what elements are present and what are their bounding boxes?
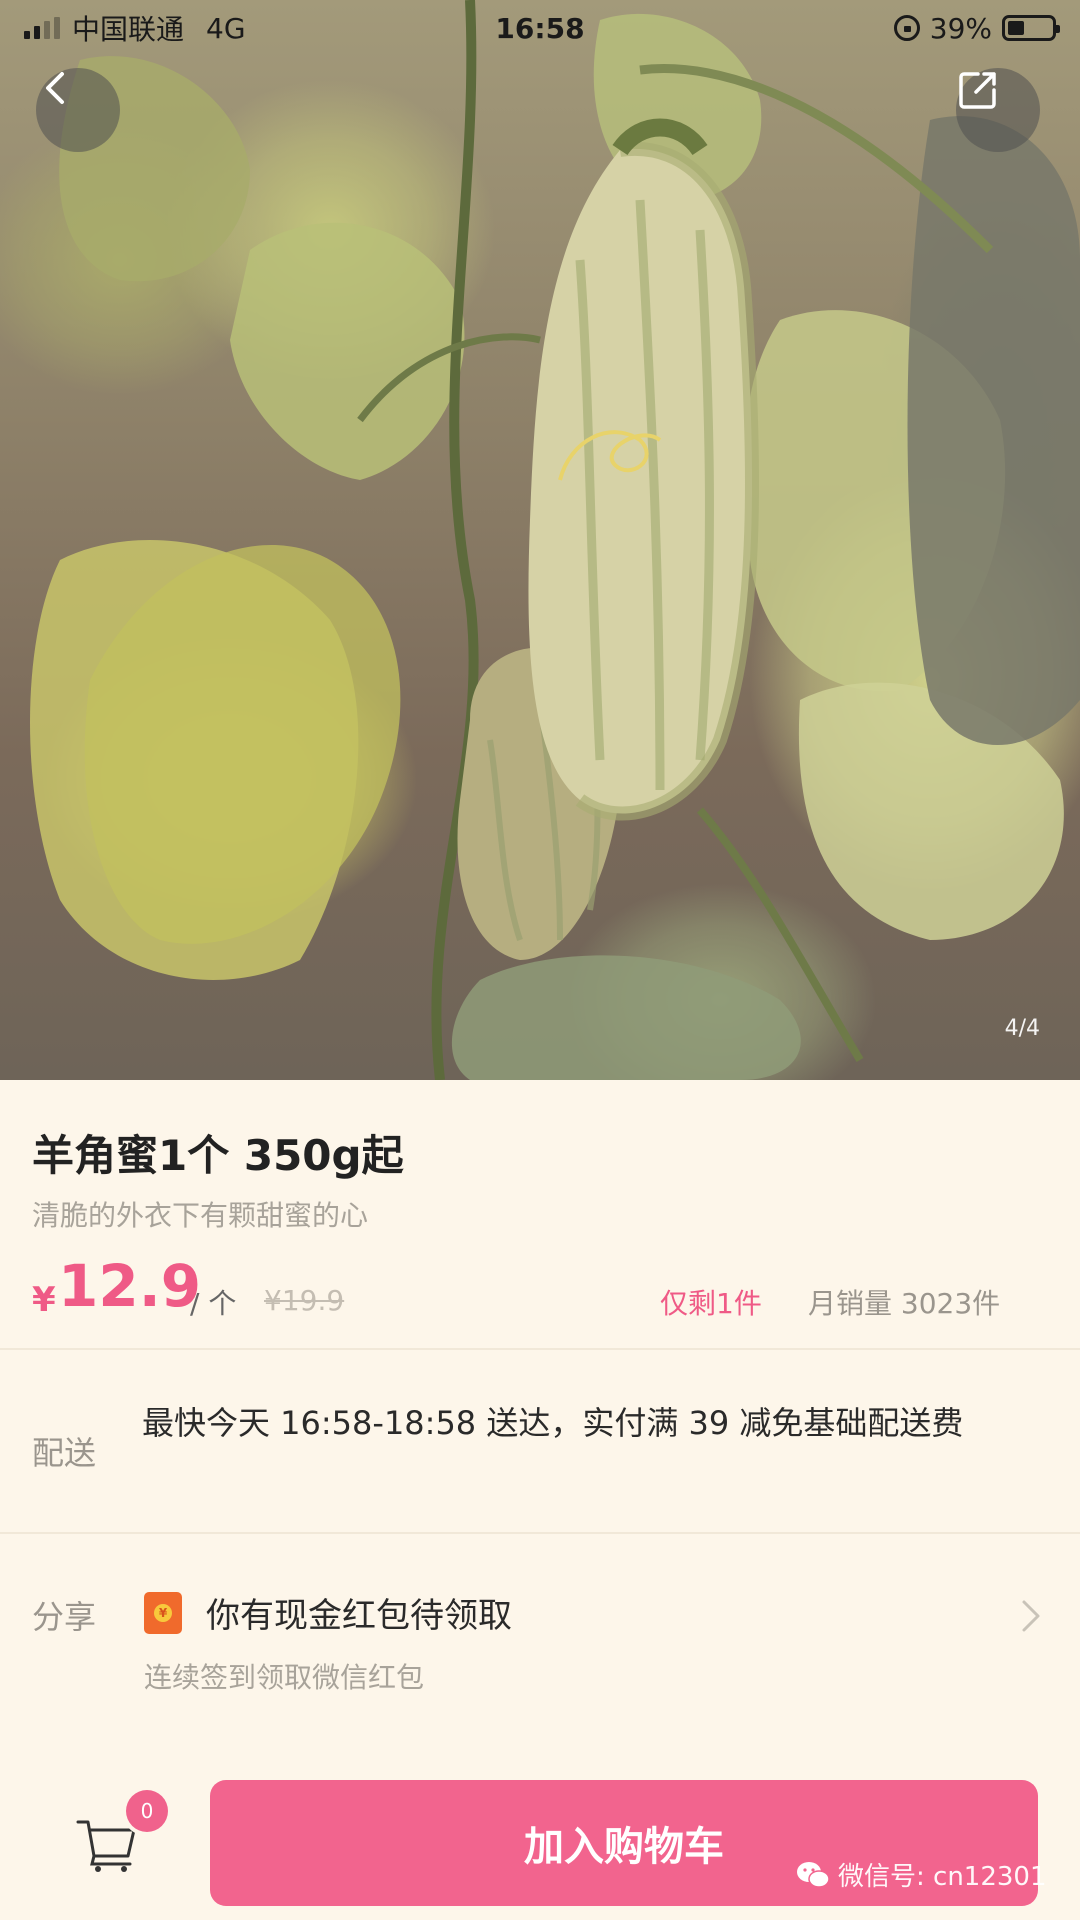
red-packet-subtitle: 连续签到领取微信红包: [144, 1661, 425, 1694]
red-packet-icon: ¥: [144, 1592, 182, 1634]
price-row: ¥ 12.9 / 个 ¥19.9 仅剩1件 月销量 3023件: [32, 1252, 1048, 1322]
divider: [0, 1532, 1080, 1534]
back-button[interactable]: [36, 68, 120, 152]
cart-count-badge: 0: [126, 1790, 168, 1832]
share-label: 分享: [32, 1598, 97, 1636]
price-unit: / 个: [190, 1287, 237, 1320]
melon-photo: [30, 0, 1080, 1080]
share-button[interactable]: [956, 68, 1040, 152]
delivery-info: 最快今天 16:58-18:58 送达，实付满 39 减免基础配送费: [142, 1404, 964, 1442]
bottom-action-bar: 0 加入购物车 微信号: cn12301: [0, 1760, 1080, 1920]
battery-icon: [1002, 15, 1060, 41]
share-external-icon: [959, 72, 996, 109]
product-title: 羊角蜜1个 350g起: [32, 1131, 404, 1180]
chevron-right-icon[interactable]: [1020, 1598, 1042, 1634]
divider: [0, 1348, 1080, 1350]
product-image[interactable]: 中国联通 4G 16:58 39% 4/4: [0, 0, 1080, 1080]
rotation-lock-icon: [893, 15, 920, 41]
current-price: 12.9: [58, 1252, 202, 1320]
monthly-sales: 月销量 3023件: [808, 1287, 1001, 1320]
wechat-watermark: 微信号: cn12301: [796, 1856, 1047, 1893]
wechat-icon: [797, 1861, 830, 1888]
cart-icon[interactable]: [76, 1816, 138, 1874]
original-price: ¥19.9: [264, 1284, 345, 1317]
currency-symbol: ¥: [32, 1280, 56, 1320]
product-subtitle: 清脆的外衣下有颗甜蜜的心: [32, 1199, 369, 1232]
watermark-text: 微信号: cn12301: [838, 1862, 1047, 1892]
stock-remaining: 仅剩1件: [660, 1287, 762, 1320]
image-page-indicator: 4/4: [1004, 1016, 1040, 1041]
red-packet-title[interactable]: 你有现金红包待领取: [206, 1588, 512, 1637]
add-to-cart-label: 加入购物车: [524, 1824, 724, 1870]
chevron-left-icon: [46, 72, 64, 104]
delivery-label: 配送: [32, 1434, 97, 1472]
status-bar: 中国联通 4G 16:58 39%: [0, 0, 1080, 56]
